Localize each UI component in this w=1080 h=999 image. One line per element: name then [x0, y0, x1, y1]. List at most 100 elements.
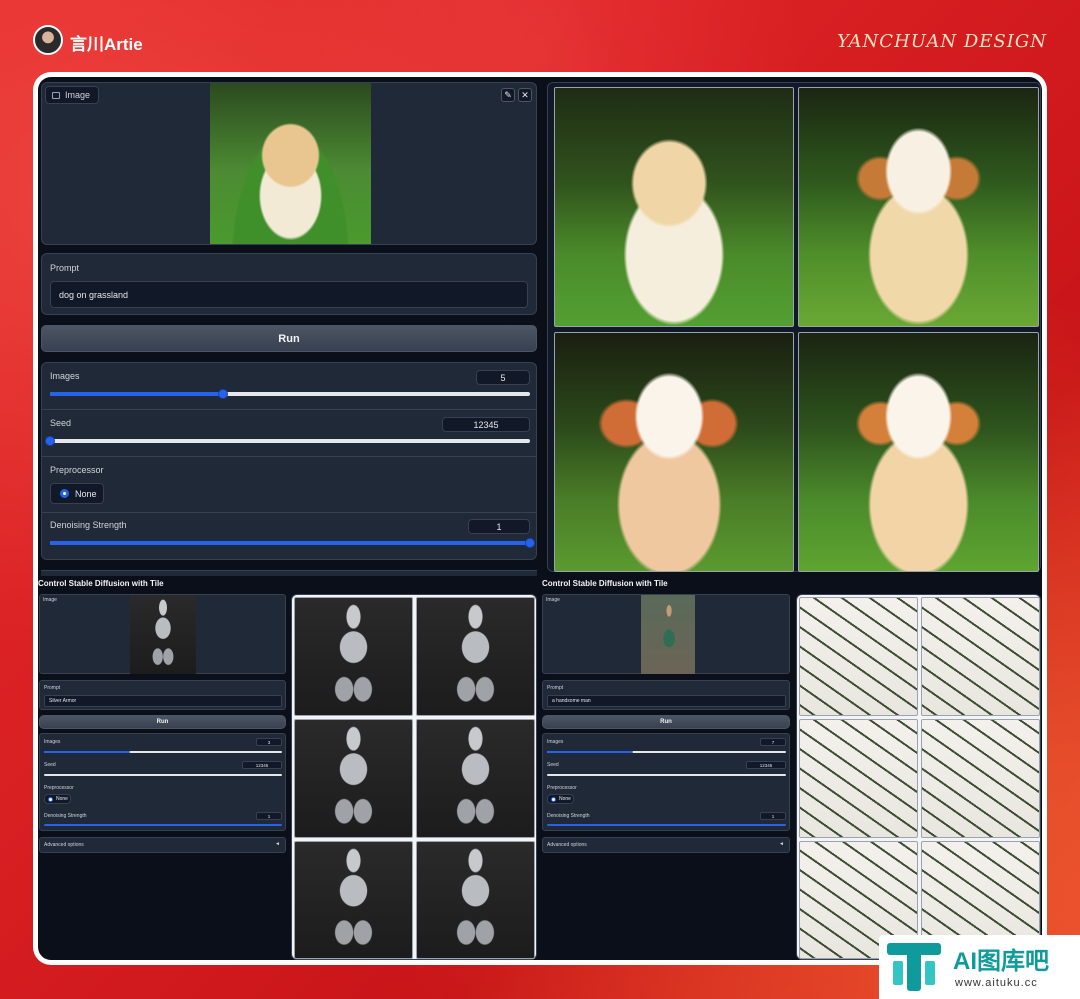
demo-left-advanced-options[interactable]: Advanced options ◄ [39, 837, 286, 853]
watermark-title: AI图库吧 [953, 948, 1049, 975]
demo-left-images-slider[interactable] [44, 751, 282, 753]
demo-left-images-number[interactable]: 3 [256, 738, 282, 746]
radio-dot-icon [551, 796, 556, 802]
demo-left-image-tag: Image [43, 597, 57, 603]
gallery-image[interactable] [416, 841, 535, 959]
top-bar: 言川Artie YANCHUAN DESIGN [0, 0, 1080, 72]
demo-right-prompt-input[interactable]: a handsome man [547, 695, 786, 707]
demo-right-image-panel[interactable]: Image [542, 594, 790, 674]
image-toolbar: ✎ ✕ [501, 88, 532, 102]
denoise-number-input[interactable]: 1 [468, 519, 530, 534]
demo-left-denoise-slider[interactable] [44, 824, 282, 826]
radio-dot-icon [60, 489, 69, 498]
run-button[interactable]: Run [41, 325, 537, 352]
prompt-panel: Prompt dog on grassland [41, 253, 537, 315]
seed-slider-thumb[interactable] [45, 436, 55, 446]
gallery-image[interactable] [416, 719, 535, 838]
demo-left-images-label: Images [44, 739, 61, 745]
avatar [33, 25, 63, 55]
divider [42, 409, 536, 410]
preprocessor-label: Preprocessor [50, 465, 104, 475]
denoise-label: Denoising Strength [50, 520, 127, 530]
images-slider-thumb[interactable] [217, 389, 228, 399]
divider [42, 456, 536, 457]
screenshot-frame: Image ✎ ✕ Prompt dog on grassland Run Im… [33, 72, 1047, 965]
collapse-arrow-icon: ◄ [779, 841, 784, 847]
pencil-icon[interactable]: ✎ [501, 88, 515, 102]
demo-left-prompt-input[interactable]: Silver Armor [44, 695, 282, 707]
seed-slider[interactable] [45, 436, 530, 446]
divider [42, 512, 536, 513]
gallery-image[interactable] [921, 719, 1040, 838]
collapse-arrow-icon: ◄ [275, 841, 280, 847]
denoise-slider-fill [50, 541, 530, 545]
demo-right-gallery [796, 594, 1041, 960]
prompt-label: Prompt [50, 263, 80, 273]
images-number-input[interactable]: 5 [476, 370, 530, 385]
demo-left-prompt-panel: Prompt Silver Armor [39, 680, 286, 710]
demo-right-images-fill [547, 751, 634, 753]
demo-right-advanced-label: Advanced options [547, 842, 587, 848]
gallery-image[interactable] [798, 87, 1039, 327]
gallery-image[interactable] [921, 597, 1040, 716]
image-tag: Image [45, 86, 100, 104]
brand-name: YANCHUAN DESIGN [837, 31, 1047, 52]
seed-number-input[interactable]: 12345 [442, 417, 530, 432]
demo-left-preprocessor-radio[interactable]: None [44, 794, 71, 804]
demo-right-seed-slider[interactable] [547, 774, 786, 776]
demo-right-preprocessor-label: Preprocessor [547, 785, 577, 791]
demo-left-seed-number[interactable]: 12345 [242, 761, 282, 769]
demo-right-images-number[interactable]: 7 [760, 738, 786, 746]
demo-left-denoise-number[interactable]: 1 [256, 812, 282, 820]
demo-right-prompt-panel: Prompt a handsome man [542, 680, 790, 710]
denoise-slider[interactable] [50, 538, 535, 548]
gallery-image[interactable] [554, 332, 794, 572]
preprocessor-option-label: None [75, 488, 97, 499]
demo-left-preprocessor-option: None [56, 796, 68, 802]
gallery-image[interactable] [798, 332, 1039, 572]
demo-right-preprocessor-radio[interactable]: None [547, 794, 574, 804]
images-slider[interactable] [50, 389, 530, 399]
gallery-image[interactable] [294, 597, 413, 716]
radio-dot-icon [48, 796, 53, 802]
demo-left-prompt-label: Prompt [44, 685, 61, 691]
demo-right-run-button[interactable]: Run [542, 715, 790, 729]
watermark: AI图库吧 www.aituku.cc [879, 935, 1080, 999]
demo-right-seed-label: Seed [547, 762, 559, 768]
gallery-image[interactable] [294, 719, 413, 838]
demo-left-advanced-label: Advanced options [44, 842, 84, 848]
images-label: Images [50, 371, 80, 381]
controls-panel: Images 5 Seed 12345 Preprocessor None De… [41, 362, 537, 560]
gallery-image[interactable] [554, 87, 794, 327]
demo-left-denoise-label: Denoising Strength [44, 813, 87, 819]
image-input-panel[interactable]: Image ✎ ✕ [41, 82, 537, 245]
demo-right-denoise-label: Denoising Strength [547, 813, 590, 819]
gallery-image[interactable] [416, 597, 535, 716]
demo-left-run-button[interactable]: Run [39, 715, 286, 729]
app-window: Image ✎ ✕ Prompt dog on grassland Run Im… [38, 77, 1042, 960]
watermark-url: www.aituku.cc [955, 977, 1038, 989]
demo-right-images-slider[interactable] [547, 751, 786, 753]
aituku-logo-icon [887, 943, 941, 991]
gallery-image[interactable] [294, 841, 413, 959]
preprocessor-none-radio[interactable]: None [50, 483, 104, 504]
prompt-input[interactable]: dog on grassland [50, 281, 528, 308]
demo-left-input-image [130, 595, 196, 674]
demo-left-gallery [291, 594, 537, 960]
gallery-image[interactable] [799, 719, 918, 838]
demo-left-seed-slider[interactable] [44, 774, 282, 776]
demo-right-seed-number[interactable]: 12345 [746, 761, 786, 769]
demo-right-denoise-slider[interactable] [547, 824, 786, 826]
gallery-image[interactable] [799, 597, 918, 716]
demo-left-controls: Images 3 Seed 12345 Preprocessor None De… [39, 733, 286, 831]
demo-right-input-image [641, 595, 695, 674]
advanced-options-collapsed[interactable] [41, 570, 537, 576]
close-icon[interactable]: ✕ [518, 88, 532, 102]
demo-right-denoise-number[interactable]: 1 [760, 812, 786, 820]
demo-right-title: Control Stable Diffusion with Tile [542, 579, 668, 588]
demo-right-advanced-options[interactable]: Advanced options ◄ [542, 837, 790, 853]
demo-left-preprocessor-label: Preprocessor [44, 785, 74, 791]
demo-left-image-panel[interactable]: Image [39, 594, 286, 674]
denoise-slider-thumb[interactable] [525, 538, 535, 548]
author-name: 言川Artie [70, 35, 143, 54]
